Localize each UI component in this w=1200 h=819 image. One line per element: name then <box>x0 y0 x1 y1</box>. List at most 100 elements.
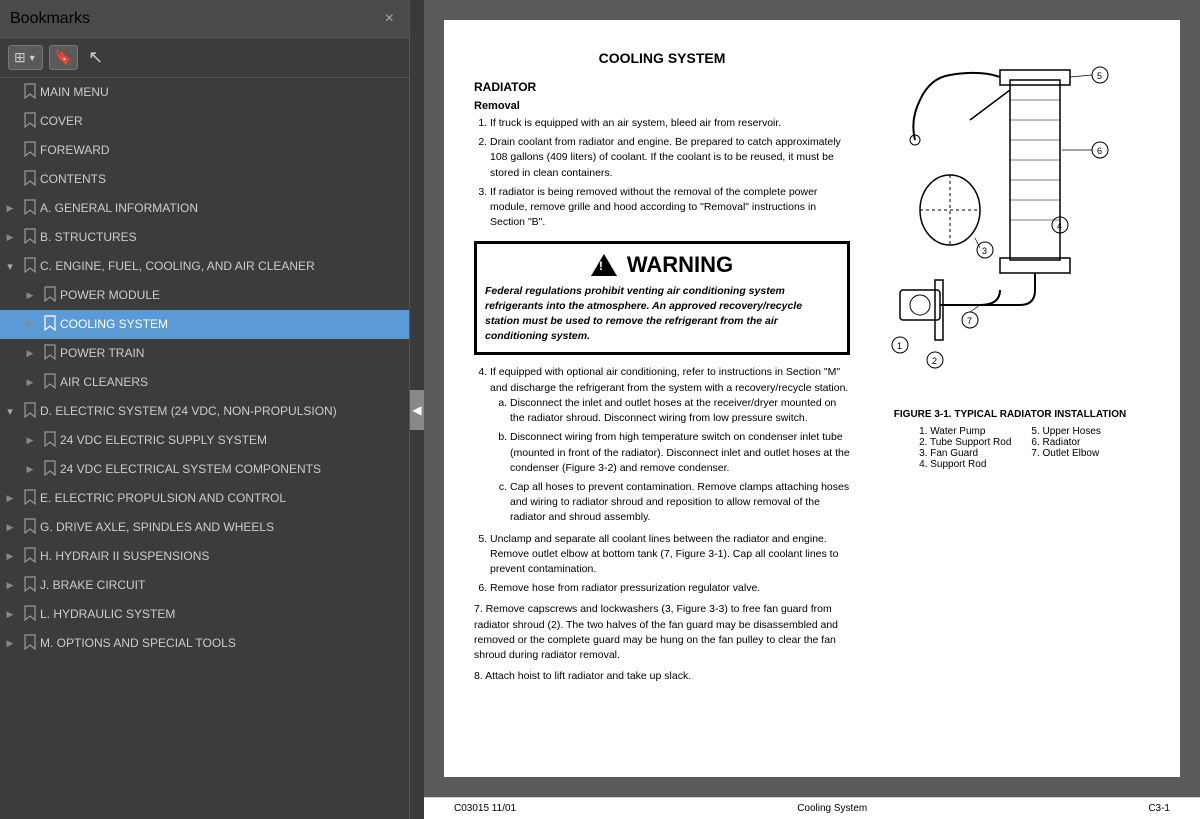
bookmark-item-structures[interactable]: ▶ B. STRUCTURES <box>0 223 409 252</box>
footer-center: Cooling System <box>797 803 867 814</box>
bookmark-icon-hydrair <box>20 547 40 566</box>
bookmark-item-power-train[interactable]: ▶ POWER TRAIN <box>0 339 409 368</box>
subsection-title: Removal <box>474 100 850 112</box>
expand-btn-24vdc-supply[interactable]: ▶ <box>20 435 40 446</box>
bookmark-icon-contents <box>20 170 40 189</box>
expand-btn-hydraulic[interactable]: ▶ <box>0 609 20 620</box>
bookmark-label-cooling-system: COOLING SYSTEM <box>60 317 401 333</box>
document-left-column: COOLING SYSTEM RADIATOR Removal If truck… <box>474 50 850 757</box>
bookmark-icon-cover <box>20 112 40 131</box>
bookmark-item-electric-prop[interactable]: ▶ E. ELECTRIC PROPULSION AND CONTROL <box>0 484 409 513</box>
bookmark-item-24vdc-supply[interactable]: ▶ 24 VDC ELECTRIC SUPPLY SYSTEM <box>0 426 409 455</box>
panel-collapse-handle: ◀ <box>410 0 424 819</box>
substeps-list: Disconnect the inlet and outlet hoses at… <box>510 396 850 526</box>
bookmark-icon-electric-system <box>20 402 40 421</box>
bookmark-icon-24vdc-supply <box>40 431 60 450</box>
bookmark-label-hydrair: H. HYDRAIR II SUSPENSIONS <box>40 549 401 565</box>
bookmark-add-button[interactable]: 🔖 <box>49 45 78 70</box>
expand-btn-24vdc-components[interactable]: ▶ <box>20 464 40 475</box>
bookmark-label-electric-prop: E. ELECTRIC PROPULSION AND CONTROL <box>40 491 401 507</box>
document-panel: COOLING SYSTEM RADIATOR Removal If truck… <box>424 0 1200 819</box>
close-button[interactable]: × <box>380 8 399 30</box>
expand-btn-electric-prop[interactable]: ▶ <box>0 493 20 504</box>
legend-item-6: 6. Radiator <box>1031 437 1100 448</box>
expand-btn-hydrair[interactable]: ▶ <box>0 551 20 562</box>
bookmark-item-foreward[interactable]: FOREWARD <box>0 136 409 165</box>
bookmark-label-main-menu: MAIN MENU <box>40 85 401 101</box>
bookmark-item-options[interactable]: ▶ M. OPTIONS AND SPECIAL TOOLS <box>0 629 409 658</box>
bookmark-item-power-module[interactable]: ▶POWER MODULE <box>0 281 409 310</box>
bookmark-label-contents: CONTENTS <box>40 172 401 188</box>
expand-btn-engine-fuel[interactable]: ▾ <box>0 260 20 273</box>
svg-text:6: 6 <box>1097 146 1102 156</box>
step-4: If equipped with optional air conditioni… <box>490 365 850 525</box>
bookmark-item-brake[interactable]: ▶J. BRAKE CIRCUIT <box>0 571 409 600</box>
bookmark-item-contents[interactable]: CONTENTS <box>0 165 409 194</box>
bookmark-label-power-train: POWER TRAIN <box>60 346 401 362</box>
bookmark-item-cover[interactable]: COVER <box>0 107 409 136</box>
substep-4a: Disconnect the inlet and outlet hoses at… <box>510 396 850 426</box>
expand-btn-gen-info[interactable]: ▶ <box>0 203 20 214</box>
expand-btn-electric-system[interactable]: ▾ <box>0 405 20 418</box>
expand-btn-cooling-system[interactable]: ▶ <box>20 319 40 330</box>
substep-4b: Disconnect wiring from high temperature … <box>510 430 850 476</box>
bookmark-label-24vdc-supply: 24 VDC ELECTRIC SUPPLY SYSTEM <box>60 433 401 449</box>
expand-btn-power-module[interactable]: ▶ <box>20 290 40 301</box>
bookmark-label-engine-fuel: C. ENGINE, FUEL, COOLING, AND AIR CLEANE… <box>40 259 401 275</box>
document-right-column: 7 5 6 <box>870 50 1150 757</box>
expand-btn-air-cleaners[interactable]: ▶ <box>20 377 40 388</box>
document-footer: C03015 11/01 Cooling System C3-1 <box>424 797 1200 819</box>
bookmark-icon-drive-axle <box>20 518 40 537</box>
bookmark-item-hydrair[interactable]: ▶ H. HYDRAIR II SUSPENSIONS <box>0 542 409 571</box>
step-2: Drain coolant from radiator and engine. … <box>490 135 850 181</box>
toolbar: ⊞ ▼ 🔖 ↖ <box>0 38 409 78</box>
collapse-arrow-button[interactable]: ◀ <box>410 390 424 430</box>
svg-text:5: 5 <box>1097 71 1102 81</box>
legend-item-2: 2. Tube Support Rod <box>919 437 1011 448</box>
bookmark-icon-options <box>20 634 40 653</box>
bookmark-item-engine-fuel[interactable]: ▾ C. ENGINE, FUEL, COOLING, AND AIR CLEAN… <box>0 252 409 281</box>
expand-btn-power-train[interactable]: ▶ <box>20 348 40 359</box>
bookmark-item-hydraulic[interactable]: ▶ L. HYDRAULIC SYSTEM <box>0 600 409 629</box>
bookmark-icon-cooling-system <box>40 315 60 334</box>
radiator-diagram: 7 5 6 <box>880 50 1140 400</box>
bookmark-icon-hydraulic <box>20 605 40 624</box>
bookmark-label-gen-info: A. GENERAL INFORMATION <box>40 201 401 217</box>
steps-list: If truck is equipped with an air system,… <box>490 116 850 231</box>
warning-box: ! WARNING Federal regulations prohibit v… <box>474 241 850 356</box>
step-6: Remove hose from radiator pressurization… <box>490 581 850 596</box>
legend-col-1: 1. Water Pump 2. Tube Support Rod 3. Fan… <box>919 426 1011 470</box>
bookmark-item-air-cleaners[interactable]: ▶AIR CLEANERS <box>0 368 409 397</box>
bookmark-item-cooling-system[interactable]: ▶ COOLING SYSTEM <box>0 310 409 339</box>
expand-btn-structures[interactable]: ▶ <box>0 232 20 243</box>
bookmark-icon-power-train <box>40 344 60 363</box>
bookmark-item-24vdc-components[interactable]: ▶24 VDC ELECTRICAL SYSTEM COMPONENTS <box>0 455 409 484</box>
expand-btn-brake[interactable]: ▶ <box>0 580 20 591</box>
bookmark-icon-engine-fuel <box>20 257 40 276</box>
bookmark-item-drive-axle[interactable]: ▶ G. DRIVE AXLE, SPINDLES AND WHEELS <box>0 513 409 542</box>
grid-view-button[interactable]: ⊞ ▼ <box>8 45 43 70</box>
section-title: RADIATOR <box>474 80 850 94</box>
legend-item-1: 1. Water Pump <box>919 426 1011 437</box>
cursor-icon: ↖ <box>88 47 103 68</box>
legend-col-2: 5. Upper Hoses 6. Radiator 7. Outlet Elb… <box>1031 426 1100 470</box>
bookmark-label-hydraulic: L. HYDRAULIC SYSTEM <box>40 607 401 623</box>
svg-text:3: 3 <box>982 246 987 256</box>
bookmark-icon-electric-prop <box>20 489 40 508</box>
step-5: Unclamp and separate all coolant lines b… <box>490 532 850 578</box>
bookmark-item-gen-info[interactable]: ▶ A. GENERAL INFORMATION <box>0 194 409 223</box>
bookmark-item-main-menu[interactable]: MAIN MENU <box>0 78 409 107</box>
footer-right: C3-1 <box>1148 803 1170 814</box>
bookmark-item-electric-system[interactable]: ▾ D. ELECTRIC SYSTEM (24 VDC, NON-PROPULS… <box>0 397 409 426</box>
bookmark-icon-24vdc-components <box>40 460 60 479</box>
bookmark-label-options: M. OPTIONS AND SPECIAL TOOLS <box>40 636 401 652</box>
bookmark-label-electric-system: D. ELECTRIC SYSTEM (24 VDC, NON-PROPULSI… <box>40 404 401 420</box>
expand-btn-drive-axle[interactable]: ▶ <box>0 522 20 533</box>
step-7: 7. Remove capscrews and lockwashers (3, … <box>474 602 850 663</box>
expand-btn-options[interactable]: ▶ <box>0 638 20 649</box>
legend-item-5: 5. Upper Hoses <box>1031 426 1100 437</box>
svg-text:4: 4 <box>1057 221 1062 231</box>
bookmark-label-drive-axle: G. DRIVE AXLE, SPINDLES AND WHEELS <box>40 520 401 536</box>
bookmark-icon-power-module <box>40 286 60 305</box>
bookmark-label-structures: B. STRUCTURES <box>40 230 401 246</box>
